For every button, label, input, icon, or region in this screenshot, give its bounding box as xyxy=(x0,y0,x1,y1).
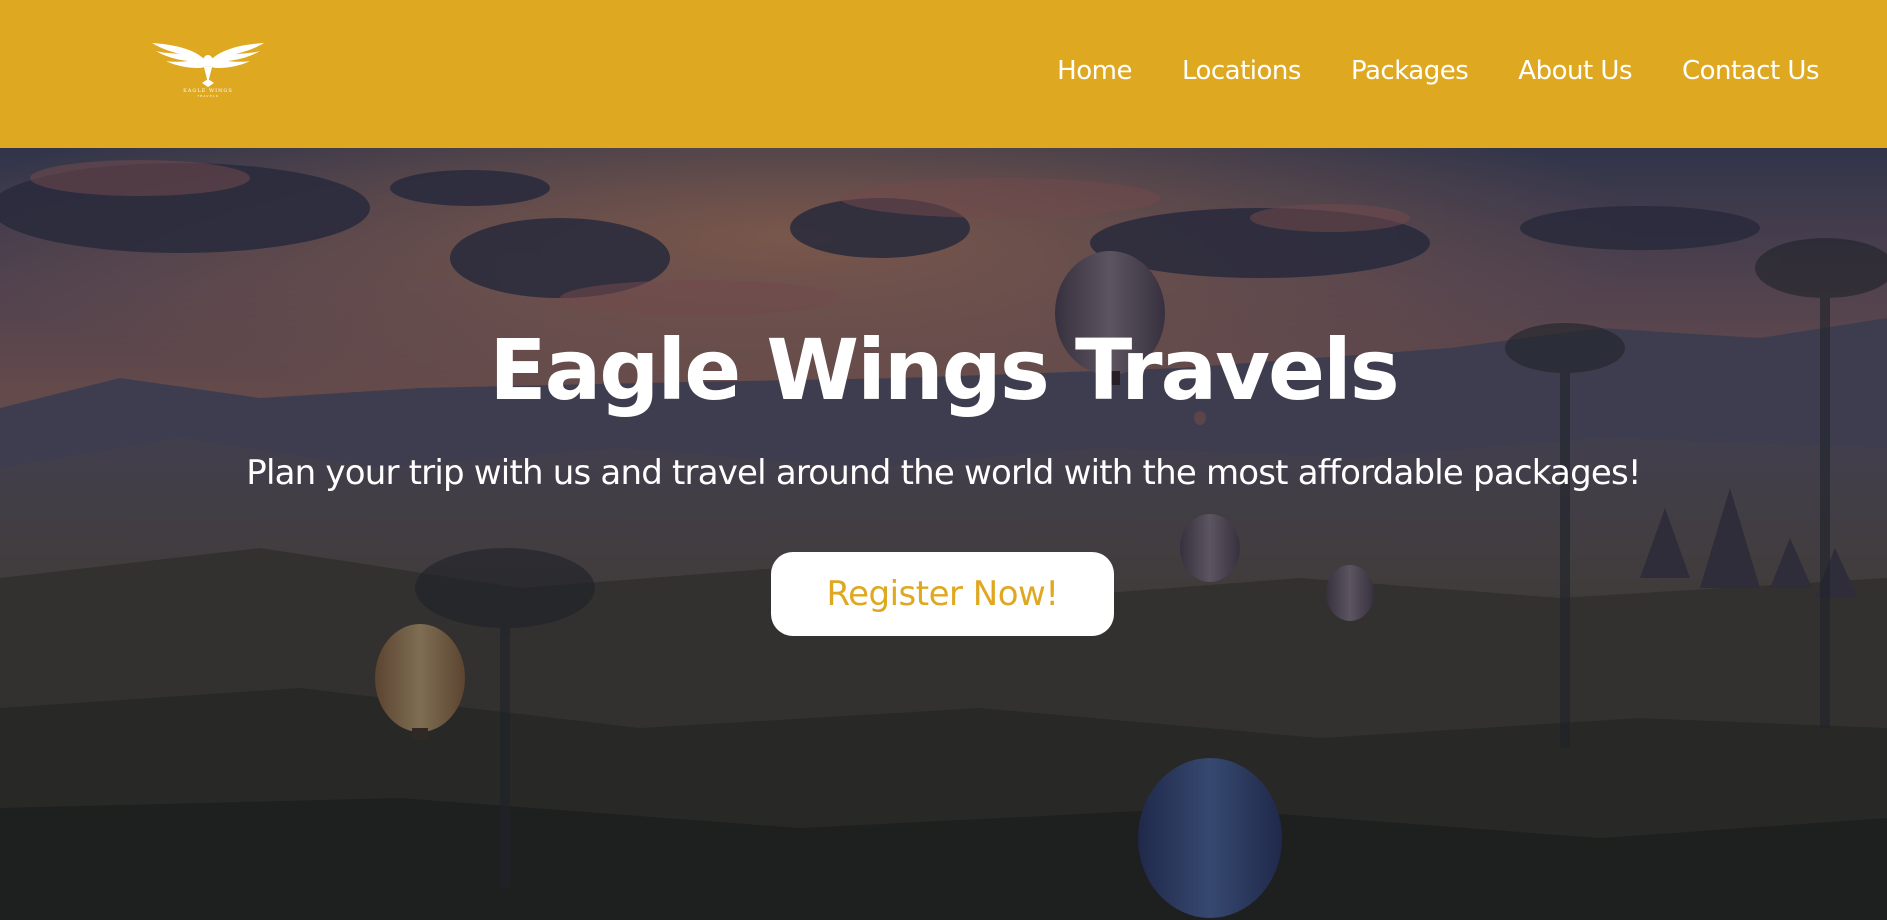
nav-links: Home Locations Packages About Us Contact… xyxy=(1007,56,1819,86)
top-navbar: EAGLE WINGS TRAVELS Home Locations Packa… xyxy=(0,0,1887,148)
nav-item-contact-us[interactable]: Contact Us xyxy=(1682,56,1820,86)
nav-item-locations[interactable]: Locations xyxy=(1182,56,1302,86)
nav-item-home[interactable]: Home xyxy=(1057,56,1132,86)
hero-title: Eagle Wings Travels xyxy=(489,321,1400,419)
hero-section: Eagle Wings Travels Plan your trip with … xyxy=(0,148,1887,920)
nav-item-about-us[interactable]: About Us xyxy=(1518,56,1632,86)
eagle-wings-logo-icon xyxy=(152,43,264,87)
logo-subtext: TRAVELS xyxy=(197,94,219,98)
hero-content: Eagle Wings Travels Plan your trip with … xyxy=(0,148,1887,920)
nav-item-packages[interactable]: Packages xyxy=(1351,56,1469,86)
hero-subtitle: Plan your trip with us and travel around… xyxy=(246,453,1641,493)
register-now-button[interactable]: Register Now! xyxy=(771,552,1114,636)
brand-logo[interactable]: EAGLE WINGS TRAVELS xyxy=(150,41,266,103)
